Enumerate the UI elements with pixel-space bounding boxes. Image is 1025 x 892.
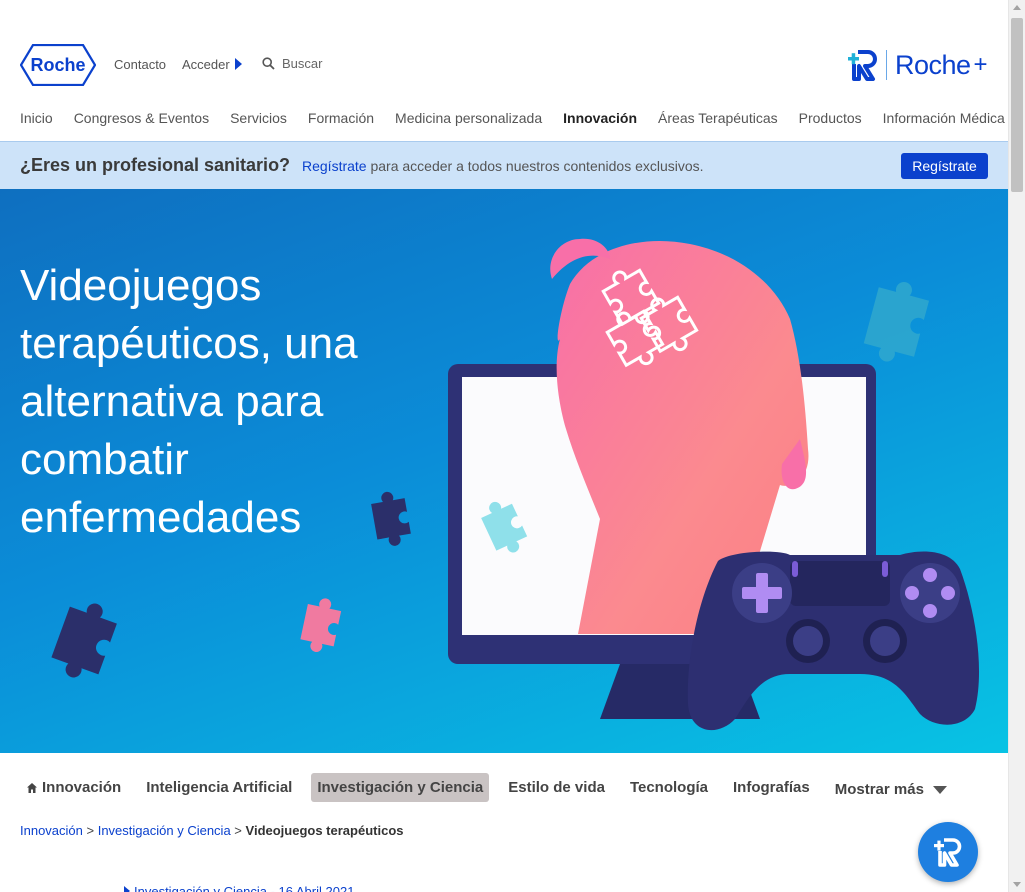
main-nav: Inicio Congresos & Eventos Servicios For… bbox=[20, 110, 1025, 126]
roche-plus-logo[interactable]: Roche + bbox=[846, 48, 988, 82]
article-date: 16 Abril 2021 bbox=[278, 884, 355, 892]
section-subnav: Innovación Inteligencia Artificial Inves… bbox=[20, 771, 966, 804]
show-more-button[interactable]: Mostrar más bbox=[829, 775, 953, 804]
subnav-label: Innovación bbox=[42, 779, 122, 796]
nav-item-congresos[interactable]: Congresos & Eventos bbox=[74, 110, 209, 126]
nav-item-areas-terapeuticas[interactable]: Áreas Terapéuticas bbox=[658, 110, 778, 126]
meta-separator: - bbox=[266, 884, 279, 892]
roche-plus-text: Roche bbox=[886, 50, 971, 80]
vertical-scrollbar[interactable] bbox=[1008, 0, 1025, 892]
banner-text: Regístrate para acceder a todos nuestros… bbox=[302, 158, 704, 174]
subnav-item-investigacion-ciencia[interactable]: Investigación y Ciencia bbox=[311, 773, 490, 802]
breadcrumb-current: Videojuegos terapéuticos bbox=[245, 823, 404, 838]
banner-description: para acceder a todos nuestros contenidos… bbox=[366, 158, 704, 174]
breadcrumb-separator: > bbox=[230, 823, 246, 838]
search-icon bbox=[262, 57, 275, 70]
scroll-up-arrow-icon[interactable] bbox=[1013, 5, 1021, 10]
hero-title: Videojuegos terapéuticos, una alternativ… bbox=[20, 261, 358, 542]
breadcrumb-link-investigacion[interactable]: Investigación y Ciencia bbox=[98, 823, 231, 838]
banner-question: ¿Eres un profesional sanitario? bbox=[20, 155, 291, 175]
roche-plus-mark-icon bbox=[934, 838, 962, 867]
nav-item-formacion[interactable]: Formación bbox=[308, 110, 374, 126]
scroll-down-arrow-icon[interactable] bbox=[1013, 882, 1021, 887]
login-link[interactable]: Acceder bbox=[182, 57, 242, 72]
site-header: Roche Contacto Acceder Buscar Roche + In… bbox=[0, 0, 1008, 141]
svg-text:Roche: Roche bbox=[30, 55, 85, 75]
search-box[interactable]: Buscar bbox=[262, 56, 322, 71]
banner-register-link[interactable]: Regístrate bbox=[302, 158, 367, 174]
hero-section: Videojuegos terapéuticos, una alternativ… bbox=[0, 189, 1008, 753]
article-meta: Investigación y Ciencia - 16 Abril 2021 bbox=[124, 884, 354, 892]
subnav-item-inteligencia-artificial[interactable]: Inteligencia Artificial bbox=[140, 773, 298, 802]
nav-item-informacion-medica[interactable]: Información Médica bbox=[883, 110, 1005, 126]
nav-item-productos[interactable]: Productos bbox=[799, 110, 862, 126]
nav-item-medicina-personalizada[interactable]: Medicina personalizada bbox=[395, 110, 542, 126]
subnav-item-estilo-de-vida[interactable]: Estilo de vida bbox=[502, 773, 611, 802]
subnav-item-tecnologia[interactable]: Tecnología bbox=[624, 773, 714, 802]
roche-plus-suffix: + bbox=[973, 51, 988, 78]
caret-right-icon bbox=[234, 58, 242, 70]
roche-plus-mark-icon bbox=[848, 50, 877, 81]
breadcrumb: Innovación > Investigación y Ciencia > V… bbox=[20, 823, 403, 838]
roche-plus-fab-button[interactable] bbox=[918, 822, 978, 882]
roche-logo[interactable]: Roche bbox=[20, 44, 96, 86]
chevron-down-icon bbox=[932, 785, 947, 794]
register-button[interactable]: Regístrate bbox=[901, 153, 988, 179]
nav-item-innovacion[interactable]: Innovación bbox=[563, 110, 637, 126]
contact-link[interactable]: Contacto bbox=[114, 57, 166, 72]
scrollbar-thumb[interactable] bbox=[1011, 18, 1023, 192]
home-icon bbox=[27, 782, 37, 793]
breadcrumb-separator: > bbox=[82, 823, 98, 838]
search-placeholder: Buscar bbox=[282, 56, 323, 71]
puzzle-piece-icon bbox=[863, 282, 930, 362]
show-more-label: Mostrar más bbox=[834, 781, 924, 798]
caret-right-icon bbox=[124, 886, 130, 892]
nav-item-inicio[interactable]: Inicio bbox=[20, 110, 53, 126]
game-controller-icon bbox=[687, 551, 980, 731]
subnav-item-innovacion[interactable]: Innovación bbox=[20, 773, 127, 802]
login-label: Acceder bbox=[182, 57, 230, 72]
subnav-item-infografias[interactable]: Infografías bbox=[727, 773, 816, 802]
breadcrumb-link-innovacion[interactable]: Innovación bbox=[20, 823, 83, 838]
registration-banner: ¿Eres un profesional sanitario? Regístra… bbox=[0, 141, 1008, 189]
article-category-link[interactable]: Investigación y Ciencia bbox=[134, 884, 267, 892]
nav-item-servicios[interactable]: Servicios bbox=[230, 110, 287, 126]
